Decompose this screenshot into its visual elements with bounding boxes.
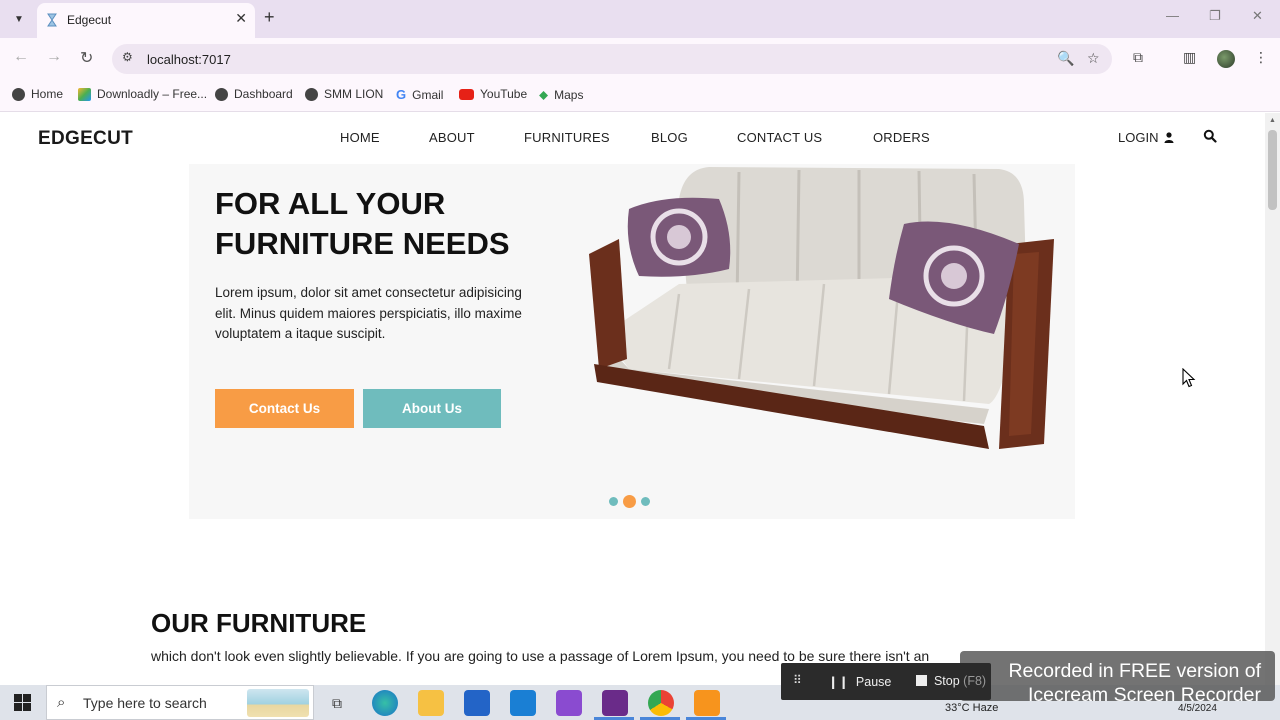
zoom-icon[interactable]: 🔍 [1057, 50, 1074, 67]
section-text: which don't look even slightly believabl… [151, 648, 930, 664]
carousel-dot[interactable] [641, 497, 650, 506]
recorder-stop-button[interactable]: Stop (F8) [916, 674, 986, 688]
taskbar-search-placeholder: Type here to search [83, 695, 207, 711]
hero-carousel: FOR ALL YOUR FURNITURE NEEDS Lorem ipsum… [189, 164, 1075, 519]
tab-search-menu-icon[interactable]: ▼ [8, 8, 30, 30]
store-icon[interactable] [464, 690, 490, 716]
nav-furnitures[interactable]: FURNITURES [524, 130, 610, 145]
extensions-icon[interactable]: ⧉ [1133, 49, 1143, 66]
new-tab-icon[interactable]: + [264, 7, 275, 28]
about-us-button[interactable]: About Us [363, 389, 501, 428]
chrome-icon[interactable] [648, 690, 674, 716]
scrollbar-thumb[interactable] [1268, 130, 1277, 210]
section-title: OUR FURNITURE [151, 608, 367, 638]
bookmark-youtube[interactable]: YouTube [459, 87, 527, 101]
watermark-line-1: Recorded in FREE version of [1008, 660, 1261, 682]
play-store-icon [78, 87, 91, 101]
browser-tab-bar: ▼ Edgecut ✕ + — ❐ ✕ [0, 0, 1280, 38]
forward-icon[interactable]: → [46, 48, 62, 66]
drag-handle-icon[interactable]: ⠿ [793, 673, 802, 687]
globe-icon [215, 87, 228, 101]
carousel-indicators [609, 495, 650, 508]
icecream-recorder-icon[interactable] [694, 690, 720, 716]
close-tab-icon[interactable]: ✕ [235, 10, 247, 27]
login-link[interactable]: LOGIN [1118, 130, 1174, 145]
minimize-icon[interactable]: — [1166, 8, 1179, 23]
mail-icon[interactable] [510, 690, 536, 716]
visual-studio-icon[interactable] [556, 690, 582, 716]
nav-orders[interactable]: ORDERS [873, 130, 930, 145]
browser-toolbar: ← → ↻ ⚙ localhost:7017 🔍 ☆ ⧉ ▥ ⋮ [0, 38, 1280, 80]
site-logo[interactable]: EDGECUT [38, 128, 133, 150]
address-bar[interactable]: ⚙ localhost:7017 🔍 ☆ [112, 44, 1112, 74]
bookmarks-bar: Home Downloadly – Free... Dashboard SMM … [0, 80, 1280, 112]
bookmark-dashboard[interactable]: Dashboard [215, 87, 293, 101]
back-icon[interactable]: ← [13, 48, 29, 66]
hero-title: FOR ALL YOUR FURNITURE NEEDS [215, 186, 510, 261]
nav-blog[interactable]: BLOG [651, 130, 688, 145]
restore-icon[interactable]: ❐ [1209, 8, 1221, 24]
task-view-icon[interactable]: ⧉ [324, 690, 350, 716]
nav-about[interactable]: ABOUT [429, 130, 475, 145]
bookmark-star-icon[interactable]: ☆ [1087, 50, 1100, 67]
recorder-watermark: Recorded in FREE version of Icecream Scr… [960, 651, 1275, 706]
search-icon[interactable] [1203, 129, 1217, 143]
mouse-cursor-icon [1182, 368, 1196, 388]
bookmark-gmail[interactable]: G Gmail [396, 87, 443, 102]
globe-icon [305, 87, 318, 101]
terminal-app-icon[interactable] [602, 690, 628, 716]
globe-icon [12, 87, 25, 101]
search-highlight-image [247, 689, 309, 717]
bookmark-downloadly[interactable]: Downloadly – Free... [78, 87, 207, 101]
user-icon [1164, 132, 1174, 143]
close-window-icon[interactable]: ✕ [1252, 8, 1263, 24]
login-label: LOGIN [1118, 130, 1159, 145]
nav-home[interactable]: HOME [340, 130, 380, 145]
bookmark-smm-lion[interactable]: SMM LION [305, 87, 383, 101]
nav-contact-us[interactable]: CONTACT US [737, 130, 822, 145]
file-explorer-icon[interactable] [418, 690, 444, 716]
web-page: EDGECUT HOME ABOUT FURNITURES BLOG CONTA… [0, 113, 1265, 685]
maps-pin-icon: ⬥ [539, 87, 549, 102]
profile-avatar[interactable] [1217, 50, 1235, 68]
weather-text[interactable]: 33°C Haze [945, 702, 998, 714]
youtube-icon [459, 88, 474, 100]
reload-icon[interactable]: ↻ [80, 48, 93, 68]
hourglass-favicon-icon [47, 13, 57, 27]
contact-us-button[interactable]: Contact Us [215, 389, 354, 428]
url-text[interactable]: localhost:7017 [147, 52, 231, 67]
side-panel-icon[interactable]: ▥ [1183, 49, 1196, 66]
bookmark-home[interactable]: Home [12, 87, 63, 101]
page-scrollbar[interactable]: ▲ [1265, 113, 1280, 685]
carousel-dot-active[interactable] [623, 495, 636, 508]
carousel-dot[interactable] [609, 497, 618, 506]
scroll-up-arrow-icon[interactable]: ▲ [1269, 117, 1276, 124]
browser-tab[interactable]: Edgecut ✕ [37, 3, 255, 38]
site-info-icon[interactable]: ⚙ [122, 50, 133, 64]
stop-icon [916, 675, 927, 686]
hero-description: Lorem ipsum, dolor sit amet consectetur … [215, 285, 522, 341]
bookmark-maps[interactable]: ⬥ Maps [539, 87, 583, 103]
windows-start-icon[interactable] [14, 694, 31, 711]
edge-icon[interactable] [372, 690, 398, 716]
sofa-image [589, 167, 1054, 449]
recorder-pause-button[interactable]: ❙❙ Pause [828, 674, 891, 689]
tab-title: Edgecut [67, 13, 112, 27]
more-menu-icon[interactable]: ⋮ [1254, 49, 1268, 66]
google-icon: G [396, 87, 407, 102]
recorder-control-bar: ⠿ ❙❙ Pause Stop (F8) [781, 663, 991, 700]
watermark-line-2: Icecream Screen Recorder [1027, 684, 1261, 706]
taskbar-search-box[interactable]: ⌕ Type here to search [46, 685, 314, 720]
search-icon: ⌕ [57, 694, 66, 711]
